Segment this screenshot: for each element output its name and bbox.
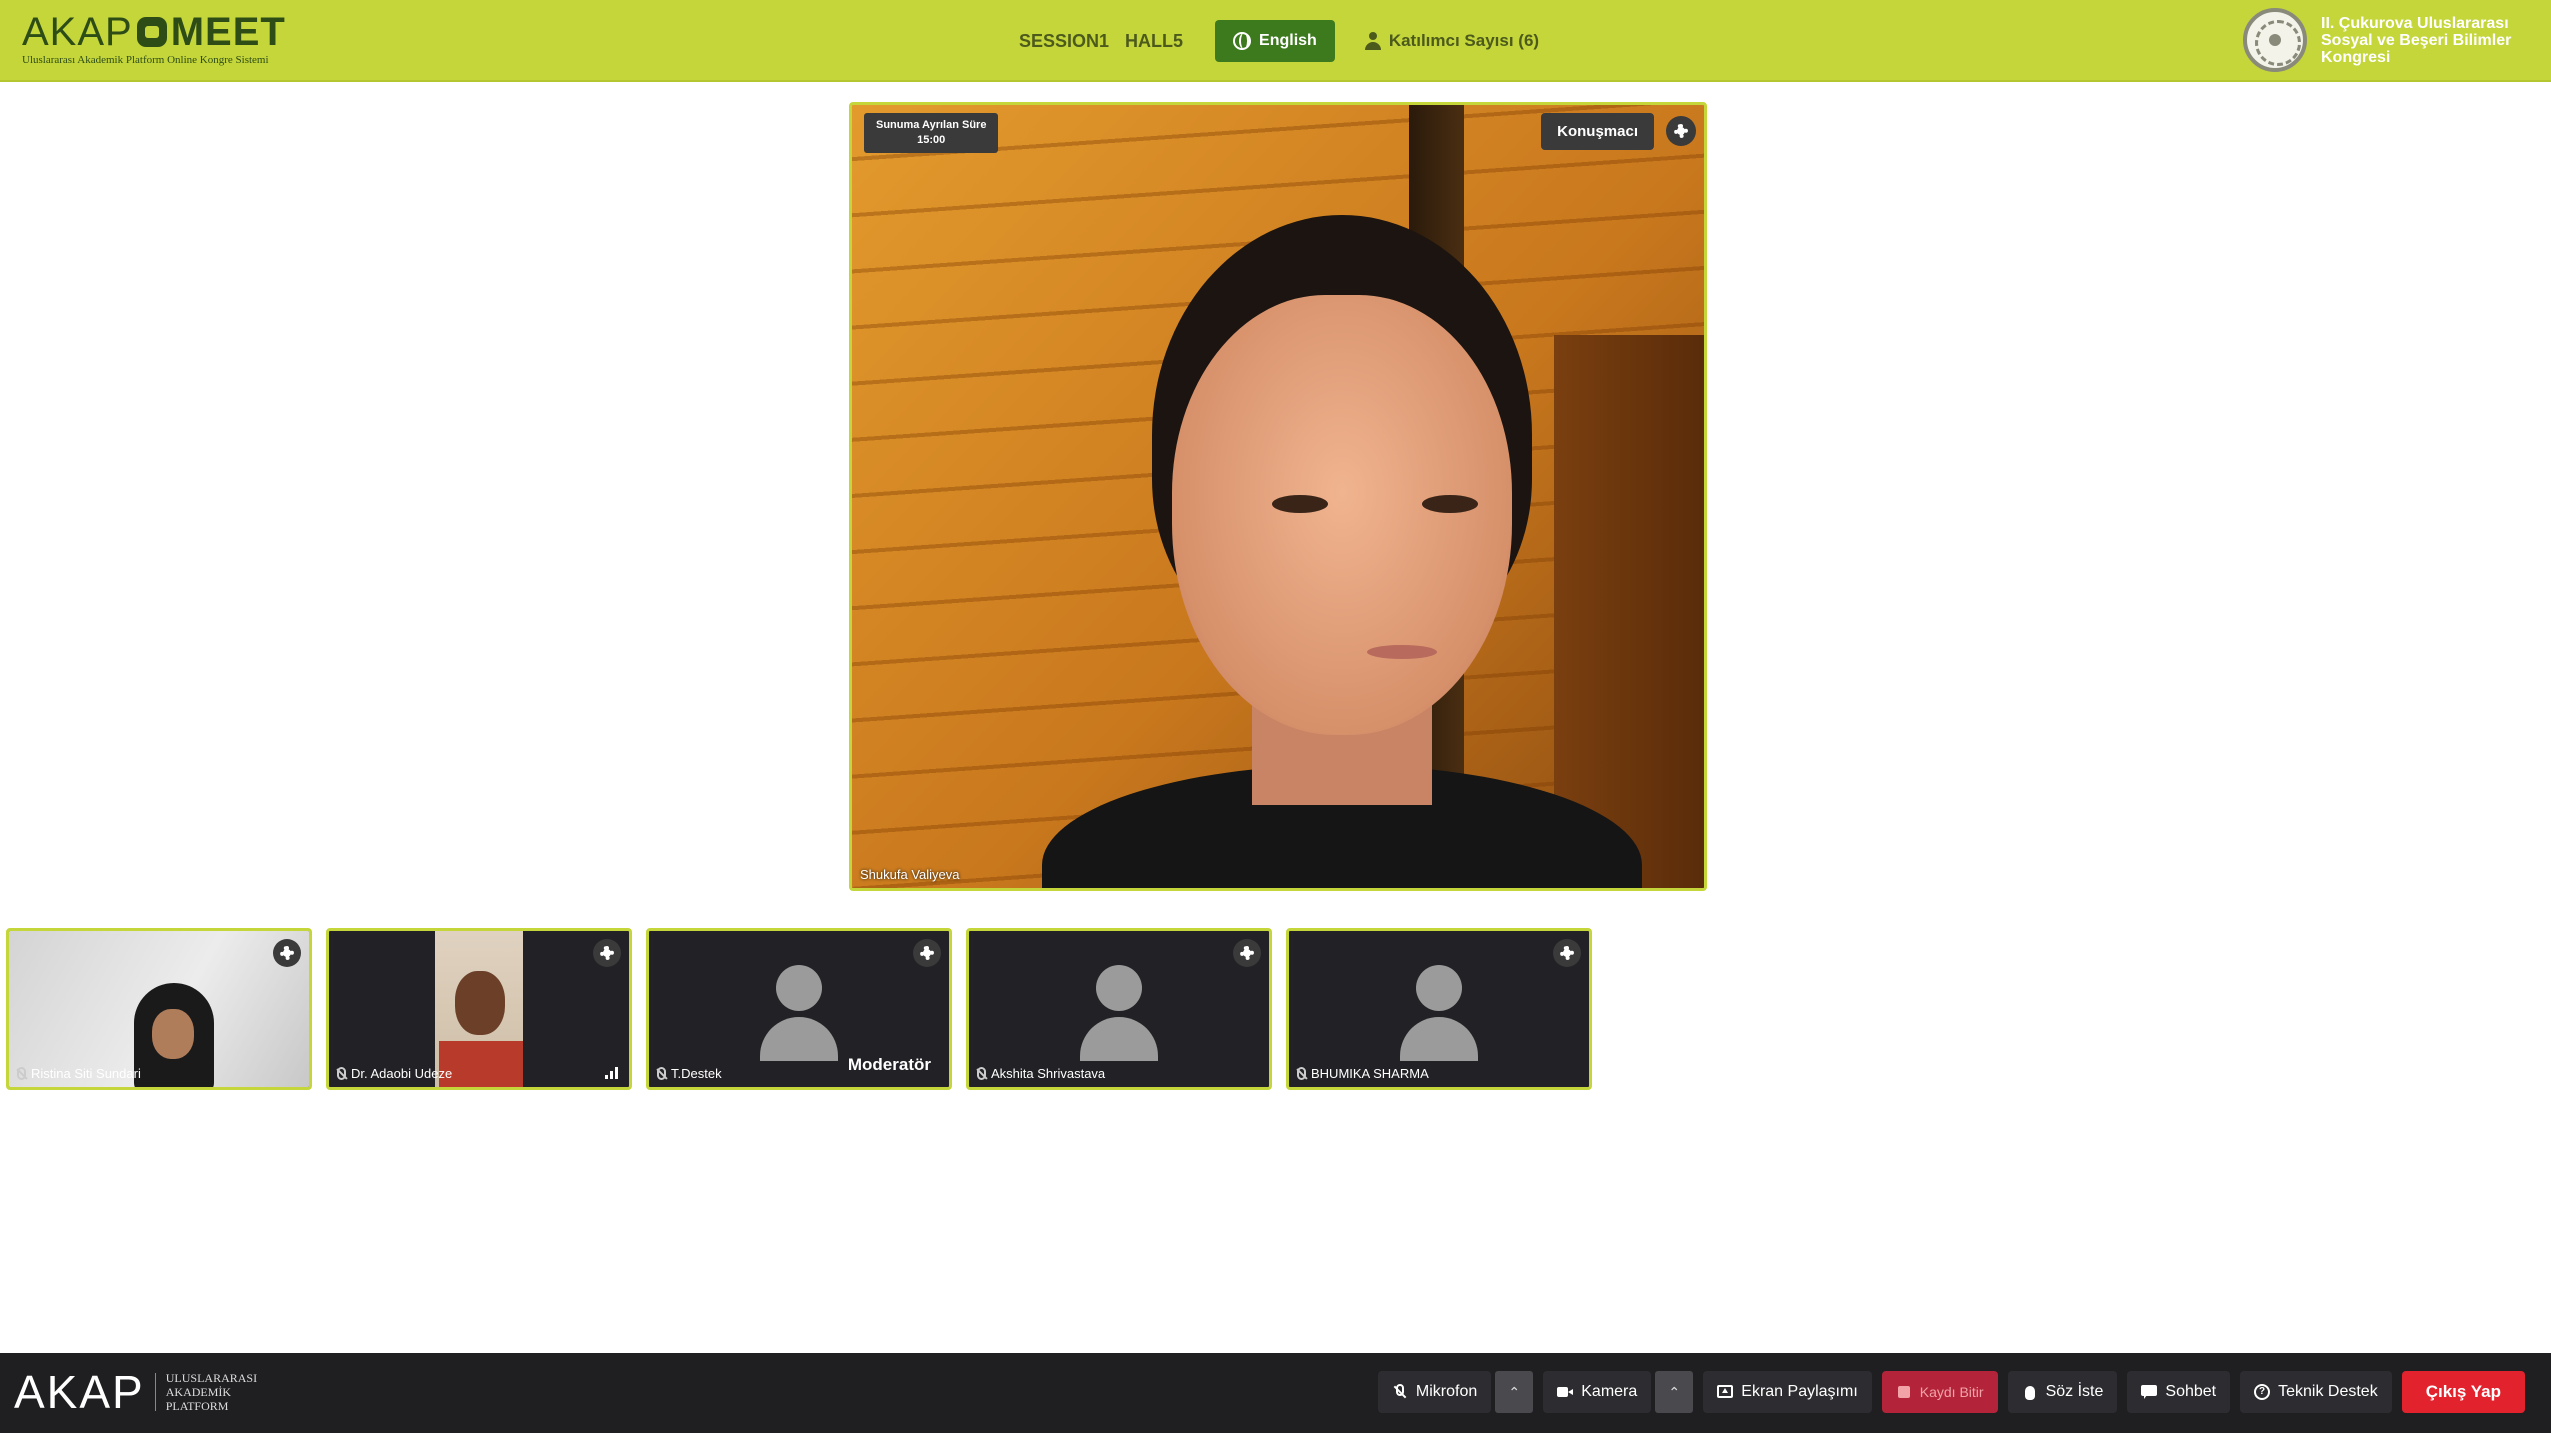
camera-label: Kamera bbox=[1581, 1383, 1638, 1400]
stop-icon bbox=[1896, 1384, 1912, 1400]
participant-name-tag: Akshita Shrivastava bbox=[977, 1066, 1105, 1081]
akapmeet-logo: AKAP MEET Uluslararası Akademik Platform… bbox=[22, 12, 286, 66]
speaker-figure bbox=[1042, 205, 1642, 888]
raise-hand-label: Söz İste bbox=[2045, 1383, 2104, 1400]
participant-name: Ristina Siti Sundari bbox=[31, 1066, 141, 1081]
mic-off-icon bbox=[1297, 1067, 1306, 1080]
raise-hand-button[interactable]: Söz İste bbox=[2007, 1371, 2118, 1413]
participant-tile[interactable]: T.Destek Moderatör bbox=[646, 928, 952, 1090]
participant-name-tag: BHUMIKA SHARMA bbox=[1297, 1066, 1429, 1081]
participant-count-button[interactable]: Katılımcı Sayısı (6) bbox=[1364, 31, 1540, 51]
timer-value: 15:00 bbox=[917, 134, 946, 146]
avatar-placeholder-icon bbox=[1394, 965, 1484, 1061]
footer-logo-line1: ULUSLARARASI bbox=[165, 1371, 258, 1385]
meeting-controls: Mikrofon ⌃ Kamera ⌃ Ekran Paylaşımı Kayd… bbox=[1377, 1371, 2525, 1413]
gear-icon[interactable] bbox=[1666, 116, 1696, 146]
participant-name-tag: Dr. Adaobi Udeze bbox=[337, 1066, 452, 1081]
akap-footer-logo: AKAP ULUSLARARASI AKADEMİK PLATFORM bbox=[14, 1369, 257, 1415]
gear-icon[interactable] bbox=[1553, 939, 1581, 967]
mic-off-icon bbox=[657, 1067, 666, 1080]
logo-meet-text: MEET bbox=[170, 10, 286, 54]
tech-support-button[interactable]: Teknik Destek bbox=[2240, 1371, 2392, 1413]
timer-label: Sunuma Ayrılan Süre bbox=[876, 119, 987, 131]
hand-icon bbox=[2022, 1384, 2038, 1400]
avatar-placeholder-icon bbox=[1074, 965, 1164, 1061]
speaker-name: Shukufa Valiyeva bbox=[860, 867, 960, 882]
chat-label: Sohbet bbox=[2165, 1383, 2217, 1400]
language-label: English bbox=[1259, 32, 1317, 49]
mic-off-icon bbox=[977, 1067, 986, 1080]
chevron-up-icon[interactable]: ⌃ bbox=[1655, 1371, 1694, 1413]
gear-icon[interactable] bbox=[1233, 939, 1261, 967]
participant-name: T.Destek bbox=[671, 1066, 722, 1081]
exit-button[interactable]: Çıkış Yap bbox=[2401, 1371, 2525, 1413]
bottom-toolbar: AKAP ULUSLARARASI AKADEMİK PLATFORM Mikr… bbox=[0, 1353, 2551, 1433]
microphone-label: Mikrofon bbox=[1415, 1383, 1478, 1400]
stop-recording-button[interactable]: Kaydı Bitir bbox=[1881, 1371, 1998, 1413]
footer-logo-text: AKAP bbox=[14, 1366, 145, 1418]
participant-name: BHUMIKA SHARMA bbox=[1311, 1066, 1429, 1081]
participant-name-tag: Ristina Siti Sundari bbox=[17, 1066, 141, 1081]
congress-branding: II. Çukurova Uluslararası Sosyal ve Beşe… bbox=[2243, 8, 2531, 72]
gear-icon[interactable] bbox=[913, 939, 941, 967]
presentation-timer: Sunuma Ayrılan Süre 15:00 bbox=[864, 113, 999, 153]
avatar-placeholder-icon bbox=[754, 965, 844, 1061]
participant-tile[interactable]: BHUMIKA SHARMA bbox=[1286, 928, 1592, 1090]
camera-button[interactable]: Kamera bbox=[1543, 1371, 1652, 1413]
logo-subtitle: Uluslararası Akademik Platform Online Ko… bbox=[22, 54, 269, 66]
top-header: AKAP MEET Uluslararası Akademik Platform… bbox=[0, 0, 2551, 82]
gear-icon[interactable] bbox=[593, 939, 621, 967]
participant-tile[interactable]: Akshita Shrivastava bbox=[966, 928, 1272, 1090]
hall-label: HALL5 bbox=[1125, 30, 1184, 51]
chat-button[interactable]: Sohbet bbox=[2127, 1371, 2231, 1413]
screen-share-label: Ekran Paylaşımı bbox=[1741, 1383, 1858, 1400]
stop-recording-label: Kaydı Bitir bbox=[1919, 1384, 1984, 1400]
session-label: SESSION1 bbox=[1019, 30, 1110, 51]
participant-tile[interactable]: Ristina Siti Sundari bbox=[6, 928, 312, 1090]
mic-off-icon bbox=[337, 1067, 346, 1080]
footer-logo-line3: PLATFORM bbox=[165, 1399, 229, 1413]
participant-name-tag: T.Destek bbox=[657, 1066, 722, 1081]
screen-share-icon bbox=[1717, 1384, 1734, 1400]
microphone-button[interactable]: Mikrofon bbox=[1377, 1371, 1492, 1413]
moderator-label: Moderatör bbox=[847, 1055, 931, 1074]
footer-logo-line2: AKADEMİK bbox=[165, 1385, 232, 1399]
gear-icon[interactable] bbox=[273, 939, 301, 967]
globe-icon bbox=[1233, 32, 1252, 50]
signal-icon bbox=[605, 1067, 619, 1079]
camera-icon bbox=[1557, 1384, 1574, 1400]
speaker-role-badge: Konuşmacı bbox=[1541, 113, 1654, 150]
participant-tile[interactable]: Dr. Adaobi Udeze bbox=[326, 928, 632, 1090]
chat-icon bbox=[2141, 1384, 2158, 1400]
congress-seal-logo bbox=[2243, 8, 2307, 72]
participant-thumbnails: Ristina Siti Sundari Dr. Adaobi Udeze T.… bbox=[6, 928, 1592, 1090]
language-button[interactable]: English bbox=[1215, 20, 1335, 62]
participant-name: Akshita Shrivastava bbox=[991, 1066, 1106, 1081]
participant-name: Dr. Adaobi Udeze bbox=[351, 1066, 453, 1081]
chevron-up-icon[interactable]: ⌃ bbox=[1495, 1371, 1534, 1413]
person-icon bbox=[1364, 32, 1381, 50]
session-nav: SESSION1 HALL5 English Katılımcı Sayısı … bbox=[1019, 20, 1539, 62]
logo-akap-text: AKAP bbox=[22, 10, 133, 54]
logo-camera-icon bbox=[136, 17, 167, 47]
mic-off-icon bbox=[1392, 1384, 1408, 1400]
congress-title: II. Çukurova Uluslararası Sosyal ve Beşe… bbox=[2321, 14, 2512, 66]
help-icon bbox=[2254, 1384, 2271, 1400]
screen-share-button[interactable]: Ekran Paylaşımı bbox=[1703, 1371, 1872, 1413]
main-speaker-video[interactable]: Sunuma Ayrılan Süre 15:00 Konuşmacı Shuk… bbox=[849, 102, 1707, 891]
participant-count-label: Katılımcı Sayısı (6) bbox=[1388, 31, 1540, 50]
tech-support-label: Teknik Destek bbox=[2278, 1383, 2378, 1400]
mic-off-icon bbox=[17, 1067, 26, 1080]
